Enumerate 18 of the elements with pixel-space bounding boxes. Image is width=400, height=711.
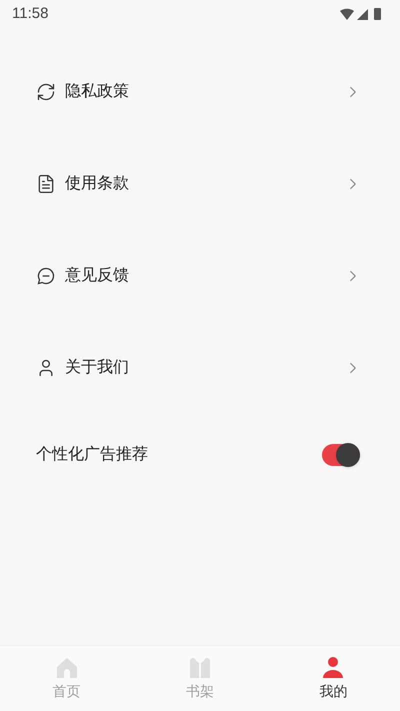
menu-item[interactable]: 关于我们 [0, 322, 400, 414]
status-time: 11:58 [12, 4, 48, 24]
toggle-label: 个性化广告推荐 [36, 444, 149, 465]
home-icon [54, 656, 79, 680]
menu-item[interactable]: 隐私政策 [0, 46, 400, 138]
toggle-switch[interactable] [322, 444, 360, 466]
books-icon [188, 656, 212, 680]
menu-item[interactable]: 使用条款 [0, 138, 400, 230]
nav-tab[interactable]: 我的 [266, 646, 400, 711]
chat-icon [36, 266, 56, 286]
menu-label: 意见反馈 [65, 266, 130, 286]
document-icon [36, 174, 56, 194]
person-icon [321, 656, 346, 680]
menu-item[interactable]: 意见反馈 [0, 230, 400, 322]
menu-label: 使用条款 [65, 174, 130, 194]
menu-label: 关于我们 [65, 358, 130, 378]
menu-label: 隐私政策 [65, 82, 130, 102]
refresh-icon [36, 82, 56, 102]
